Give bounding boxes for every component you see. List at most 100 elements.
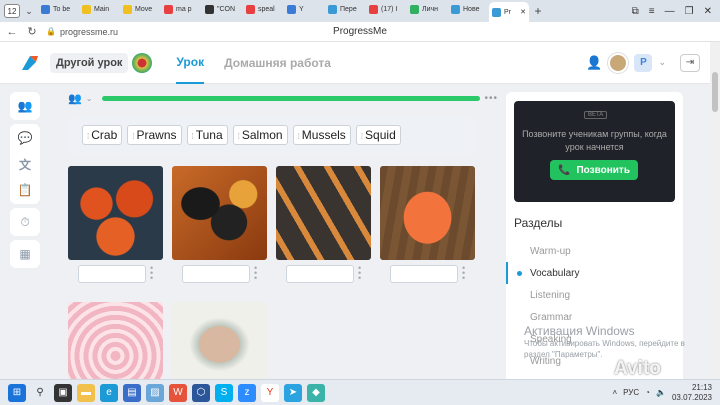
yandex-icon[interactable]: Y	[261, 383, 279, 402]
more-icon[interactable]: •••	[484, 93, 498, 104]
windows-taskbar: ⊞ ⚲ ▣ ▬ e ▤ ▨ W ⬡ S z Y ➤ ◆ ˄ РУС ◔ 🔈 21…	[0, 379, 720, 405]
timer-group: ⏱	[10, 208, 40, 236]
browser-tab[interactable]: (17) I	[366, 0, 406, 18]
course-book-cover[interactable]	[132, 52, 153, 73]
browser-tab[interactable]: Пере	[325, 0, 365, 18]
browser-tab[interactable]: Move	[120, 0, 160, 18]
tab-favicon-icon	[246, 4, 255, 14]
browser-tab[interactable]: "CON	[202, 0, 242, 18]
answer-dropzone[interactable]	[390, 265, 458, 283]
drag-handle-icon[interactable]: • • •	[358, 264, 362, 283]
tab-label: Pr	[504, 8, 511, 16]
browser-tab[interactable]: Личн	[407, 0, 447, 18]
tab-count[interactable]: 12	[4, 4, 20, 18]
word-chip[interactable]: ⁞ Tuna	[186, 125, 228, 145]
edge-icon[interactable]: e	[100, 383, 118, 402]
store-icon[interactable]: ▤	[123, 383, 141, 402]
user-badge[interactable]: P	[634, 53, 653, 72]
browser-tab[interactable]: ma p	[161, 0, 201, 18]
drag-handle-icon[interactable]: • • •	[254, 264, 258, 283]
sections-title: Разделы	[514, 216, 563, 230]
tab-label: Пере	[340, 5, 357, 13]
avatar[interactable]	[608, 52, 629, 73]
clipboard-icon[interactable]: 📋	[15, 180, 35, 200]
word-chip[interactable]: ⁞ Crab	[82, 125, 123, 145]
progressme-logo[interactable]	[18, 52, 40, 74]
squid-photo	[68, 302, 163, 379]
file-explorer-icon[interactable]: ▬	[77, 383, 95, 402]
word-bank: ⁞ Crab ⁞ Prawns ⁞ Tuna ⁞ Salmon ⁞ Mussels ⁞ Sq…	[68, 116, 476, 154]
start-icon[interactable]: ⊞	[8, 383, 26, 402]
tab-label: Move	[135, 5, 153, 13]
section-item[interactable]: Warm-up	[506, 240, 683, 262]
task-view-icon[interactable]: ▣	[54, 383, 72, 402]
section-item[interactable]: Listening	[506, 284, 683, 306]
reload-button[interactable]: ↻	[26, 25, 38, 38]
students-group: 👥	[10, 92, 40, 120]
drag-handle-icon[interactable]: • • •	[462, 264, 466, 283]
exit-button[interactable]: ⇥	[680, 53, 700, 72]
layout-icon[interactable]: ▦	[15, 244, 35, 264]
add-user-icon[interactable]: 👤	[586, 55, 602, 71]
students-icon[interactable]: 👥	[15, 96, 35, 116]
browser-tab[interactable]: To be	[38, 0, 78, 18]
browser-tab[interactable]: Нове	[448, 0, 488, 18]
new-tab-button[interactable]: +	[531, 4, 545, 18]
answer-dropzone[interactable]	[286, 265, 354, 283]
answer-dropzone[interactable]	[78, 265, 146, 283]
zoom-icon[interactable]: z	[238, 383, 256, 402]
language-indicator[interactable]: РУС	[623, 388, 639, 397]
salmon-card: • • •	[380, 166, 475, 283]
telegram-icon[interactable]: ➤	[284, 383, 302, 402]
tab-actions-icon[interactable]: ⧉	[632, 6, 639, 17]
tab-lesson[interactable]: Урок	[176, 42, 205, 84]
other-lesson-button[interactable]: Другой урок	[50, 52, 129, 73]
chevron-down-icon[interactable]: ⌄	[658, 57, 666, 68]
timer-icon[interactable]: ⏱	[15, 212, 35, 232]
word-icon[interactable]: W	[169, 383, 187, 402]
close-window-button[interactable]: ✕	[704, 6, 712, 17]
volume-icon[interactable]: 🔈	[656, 388, 666, 397]
tab-homework[interactable]: Домашняя работа	[224, 42, 331, 84]
clock[interactable]: 21:13 03.07.2023	[672, 383, 712, 403]
browser-tab[interactable]: Main	[79, 0, 119, 18]
chat-icon[interactable]: 💬	[15, 128, 35, 148]
call-button[interactable]: 📞 Позвонить	[550, 160, 638, 180]
office-icon[interactable]: ⬡	[192, 383, 210, 402]
drag-handle-icon[interactable]: • • •	[150, 264, 154, 283]
answer-dropzone[interactable]	[182, 265, 250, 283]
tab-favicon-icon	[492, 7, 501, 17]
wifi-icon[interactable]: ◔	[645, 388, 650, 397]
browser-tab[interactable]: speal	[243, 0, 283, 18]
word-chip[interactable]: ⁞ Mussels	[292, 125, 351, 145]
mussels-card: • • •	[172, 166, 267, 283]
search-icon[interactable]: ⚲	[31, 384, 49, 402]
word-chip[interactable]: ⁞ Prawns	[127, 125, 182, 145]
page-scrollbar[interactable]	[710, 42, 720, 379]
chevron-up-icon[interactable]: ˄	[612, 388, 617, 397]
word-chip[interactable]: ⁞ Squid	[355, 125, 401, 145]
restore-button[interactable]: ❐	[685, 6, 694, 17]
tab-favicon-icon	[287, 4, 296, 14]
app-icon[interactable]: ◆	[307, 383, 325, 402]
chevron-down-icon[interactable]: ⌄	[86, 94, 93, 103]
crab-card: • • •	[68, 166, 163, 283]
browser-tab[interactable]: Y	[284, 0, 324, 18]
section-item-active[interactable]: Vocabulary	[506, 262, 683, 284]
translate-icon[interactable]: 文	[15, 154, 35, 174]
photos-icon[interactable]: ▨	[146, 383, 164, 402]
back-button[interactable]: ←	[6, 26, 18, 38]
minimize-button[interactable]: —	[665, 6, 675, 17]
skype-icon[interactable]: S	[215, 383, 233, 402]
close-tab-icon[interactable]: ✕	[520, 8, 526, 16]
menu-icon[interactable]: ≡	[649, 6, 655, 17]
call-button-label: Позвонить	[576, 164, 630, 176]
url-field[interactable]: 🔒 progressme.ru	[46, 27, 118, 37]
group-icon[interactable]: 👥	[68, 92, 82, 105]
crab-photo	[68, 166, 163, 260]
system-tray: ˄ РУС ◔ 🔈 21:13 03.07.2023	[612, 383, 720, 403]
chevron-down-icon[interactable]: ⌄	[22, 4, 36, 18]
browser-tab[interactable]: Pr ✕	[489, 2, 529, 22]
word-chip[interactable]: ⁞ Salmon	[232, 125, 288, 145]
avito-watermark: Avito	[614, 358, 661, 379]
